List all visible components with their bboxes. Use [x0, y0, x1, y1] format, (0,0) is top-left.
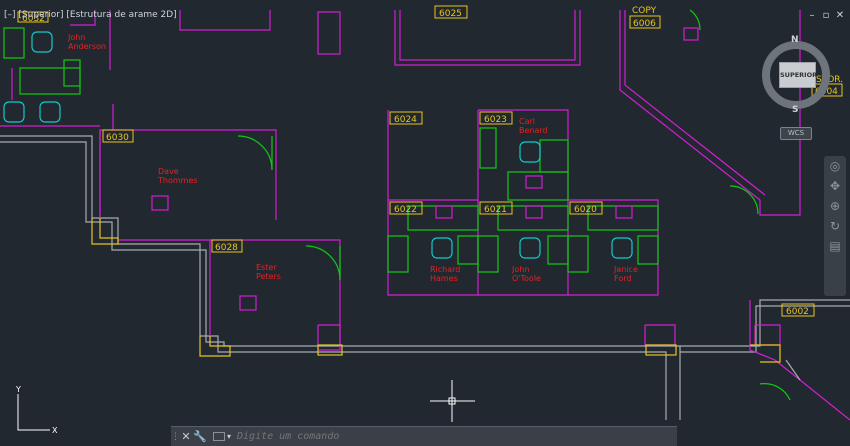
steering-wheel-icon[interactable]: ◎ [824, 156, 846, 176]
viewport-minus-control[interactable]: [–] [4, 10, 16, 20]
minimize-icon[interactable]: – [806, 10, 818, 21]
restore-icon[interactable]: ▫ [820, 10, 832, 21]
navigation-bar: ◎ ✥ ⊕ ↻ ▤ [824, 156, 846, 296]
viewcube-top-face[interactable]: SUPERIOR [779, 62, 817, 88]
occupant-names: John Anderson Dave Thommes Ester Peters … [67, 33, 638, 283]
name-janice-ford-first: Janice [613, 265, 638, 274]
name-dave-thommes-first: Dave [158, 167, 179, 176]
room-tag-6022: 6022 [394, 205, 417, 215]
name-john-otoole-first: John [511, 265, 529, 274]
name-janice-ford-last: Ford [614, 274, 631, 283]
cursor-crosshair [430, 380, 475, 422]
orbit-icon[interactable]: ↻ [824, 216, 846, 236]
room-tag-6030: 6030 [106, 133, 129, 143]
showmotion-icon[interactable]: ▤ [824, 236, 846, 256]
copy-label: COPY [632, 6, 657, 16]
command-prompt-icon[interactable] [213, 432, 225, 441]
ucs-icon [17, 394, 50, 431]
room-tag-6002: 6002 [786, 307, 809, 317]
zoom-icon[interactable]: ⊕ [824, 196, 846, 216]
close-icon[interactable]: ✕ [834, 10, 846, 21]
viewport-style-control[interactable]: [Estrutura de arame 2D] [66, 10, 176, 20]
command-close-icon[interactable]: ✕ [179, 430, 193, 443]
room-tag-6006: 6006 [633, 19, 656, 29]
name-carl-benard-first: Carl [519, 117, 535, 126]
doors [237, 9, 791, 401]
name-carl-benard-last: Benard [519, 126, 548, 135]
room-tag-6024: 6024 [394, 115, 417, 125]
name-richard-hames-first: Richard [430, 265, 460, 274]
viewport-controls: [–] [Superior] [Estrutura de arame 2D] [4, 10, 177, 20]
room-tag-6020: 6020 [574, 205, 597, 215]
corridor-walls [0, 135, 850, 420]
command-input[interactable] [235, 430, 640, 443]
ucs-y-label: Y [15, 385, 21, 394]
office-walls [0, 10, 850, 421]
viewport-view-control[interactable]: [Superior] [18, 10, 63, 20]
ucs-x-label: X [52, 426, 58, 435]
name-john-anderson-first: John [67, 33, 85, 42]
name-ester-peters-last: Peters [256, 272, 281, 281]
name-ester-peters-first: Ester [256, 263, 277, 272]
pan-icon[interactable]: ✥ [824, 176, 846, 196]
room-tag-6025: 6025 [439, 9, 462, 19]
room-tag-6028: 6028 [215, 243, 238, 253]
drawing-canvas[interactable]: 6025 6006 COPY 6030 6028 6024 6023 6022 … [0, 0, 850, 445]
command-line: ⋮ ✕ 🔧 ▾ [171, 426, 677, 446]
command-settings-icon[interactable]: 🔧 [193, 430, 207, 443]
compass-north-label[interactable]: N [791, 35, 799, 45]
room-tag-6021: 6021 [484, 205, 507, 215]
chairs [3, 31, 633, 259]
name-john-anderson-last: Anderson [68, 42, 106, 51]
name-john-otoole-last: O'Toole [512, 274, 541, 283]
command-dropdown-icon[interactable]: ▾ [227, 432, 231, 441]
name-dave-thommes-last: Thommes [157, 176, 198, 185]
command-grip-icon[interactable]: ⋮ [171, 432, 180, 442]
wcs-menu-button[interactable]: WCS [780, 127, 812, 140]
room-tag-6023: 6023 [484, 115, 507, 125]
compass-south-label[interactable]: S [792, 105, 798, 115]
name-richard-hames-last: Hames [430, 274, 458, 283]
